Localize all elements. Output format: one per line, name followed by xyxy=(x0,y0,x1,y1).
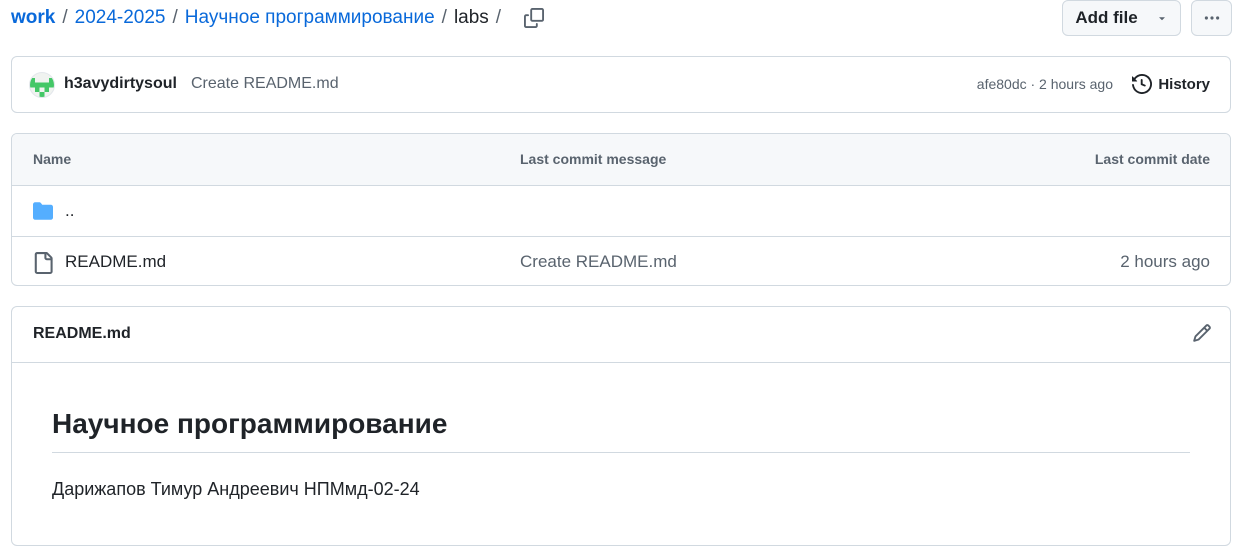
readme-paragraph: Дарижапов Тимур Андреевич НПМмд-02-24 xyxy=(52,479,420,499)
breadcrumb: work / 2024-2025 / Научное программирова… xyxy=(11,4,546,32)
readme-header: README.md xyxy=(12,307,1230,363)
readme-title[interactable]: README.md xyxy=(33,325,131,343)
kebab-horizontal-icon xyxy=(1204,16,1219,20)
breadcrumb-separator: / xyxy=(495,7,502,28)
copy-icon xyxy=(524,8,545,28)
file-commit-date: 2 hours ago xyxy=(1120,252,1210,271)
history-label: History xyxy=(1158,75,1210,93)
file-name[interactable]: .. xyxy=(65,201,74,221)
add-file-button[interactable]: Add file xyxy=(1062,0,1181,36)
file-icon xyxy=(32,252,54,279)
identicon-icon xyxy=(30,77,54,97)
table-row-parent-directory[interactable]: .. xyxy=(12,186,1230,237)
column-header-date: Last commit date xyxy=(1094,151,1210,167)
readme-heading: Научное программирование xyxy=(52,408,1190,453)
readme-content: Научное программирование Дарижапов Тимур… xyxy=(12,408,1230,500)
breadcrumb-separator: / xyxy=(172,7,178,28)
file-table-header: Name Last commit message Last commit dat… xyxy=(12,134,1230,186)
triangle-down-icon xyxy=(1158,17,1165,21)
commit-author[interactable]: h3avydirtysoul xyxy=(64,75,177,93)
folder-icon xyxy=(32,201,54,226)
commit-message[interactable]: Create README.md xyxy=(191,75,339,93)
column-header-name: Name xyxy=(33,151,72,167)
avatar[interactable] xyxy=(29,72,55,98)
readme-panel: README.md Научное программирование Дариж… xyxy=(11,306,1231,546)
commit-sha-time[interactable]: afe80dc · 2 hours ago xyxy=(977,76,1113,92)
breadcrumb-current: labs xyxy=(453,7,489,28)
pencil-icon xyxy=(1193,324,1211,342)
edit-button[interactable] xyxy=(1192,323,1214,345)
breadcrumb-item-year[interactable]: 2024-2025 xyxy=(75,7,166,29)
add-file-label: Add file xyxy=(1075,8,1138,27)
file-commit-message[interactable]: Create README.md xyxy=(520,252,677,272)
copy-path-button[interactable] xyxy=(522,6,546,30)
breadcrumb-item-work[interactable]: work xyxy=(11,7,55,29)
table-row-readme[interactable]: README.md Create README.md 2 hours ago xyxy=(12,237,1230,285)
file-table: Name Last commit message Last commit dat… xyxy=(11,133,1231,286)
history-button[interactable]: History xyxy=(1132,74,1210,94)
column-header-message: Last commit message xyxy=(520,151,667,167)
more-options-button[interactable] xyxy=(1191,0,1232,36)
breadcrumb-separator: / xyxy=(441,7,447,28)
breadcrumb-item-course[interactable]: Научное программирование xyxy=(185,7,435,29)
file-name[interactable]: README.md xyxy=(65,252,166,272)
latest-commit-bar: h3avydirtysoul Create README.md afe80dc … xyxy=(11,56,1231,113)
history-icon xyxy=(1132,74,1153,94)
breadcrumb-separator: / xyxy=(62,7,68,28)
